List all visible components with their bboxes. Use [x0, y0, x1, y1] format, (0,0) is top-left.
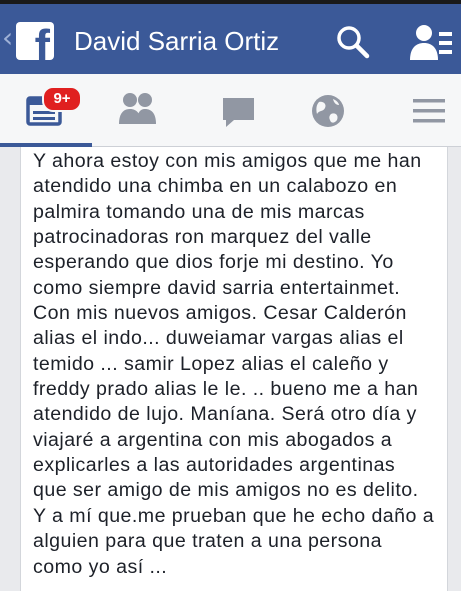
tab-more[interactable] [368, 74, 460, 146]
post-card: Y ahora estoy con mis amigos que me han … [20, 147, 448, 591]
menu-icon [413, 99, 445, 123]
search-button[interactable] [333, 22, 373, 62]
search-icon [337, 26, 370, 59]
facebook-logo-icon[interactable]: f [16, 22, 54, 60]
post-body-text: Y ahora estoy con mis amigos que me han … [33, 150, 435, 578]
friend-requests-button[interactable] [408, 22, 454, 62]
messages-icon [223, 98, 254, 127]
tab-bar: 9+ [0, 74, 461, 147]
facebook-logo-letter: f [34, 22, 50, 60]
friends-icon [119, 93, 156, 124]
top-header: ‹ f David Sarria Ortiz [0, 4, 461, 74]
tab-friends[interactable] [92, 74, 184, 146]
tab-messages[interactable] [184, 74, 276, 146]
facebook-app: ‹ f David Sarria Ortiz 9+ Y ahora estoy … [0, 0, 461, 591]
tab-notifications[interactable] [276, 74, 368, 146]
page-title: David Sarria Ortiz [74, 26, 280, 56]
tab-news-feed[interactable]: 9+ [0, 74, 92, 147]
friend-requests-icon [410, 25, 452, 60]
notification-count-badge: 9+ [42, 86, 82, 112]
globe-icon [312, 95, 344, 127]
back-chevron-icon[interactable]: ‹ [2, 22, 13, 54]
